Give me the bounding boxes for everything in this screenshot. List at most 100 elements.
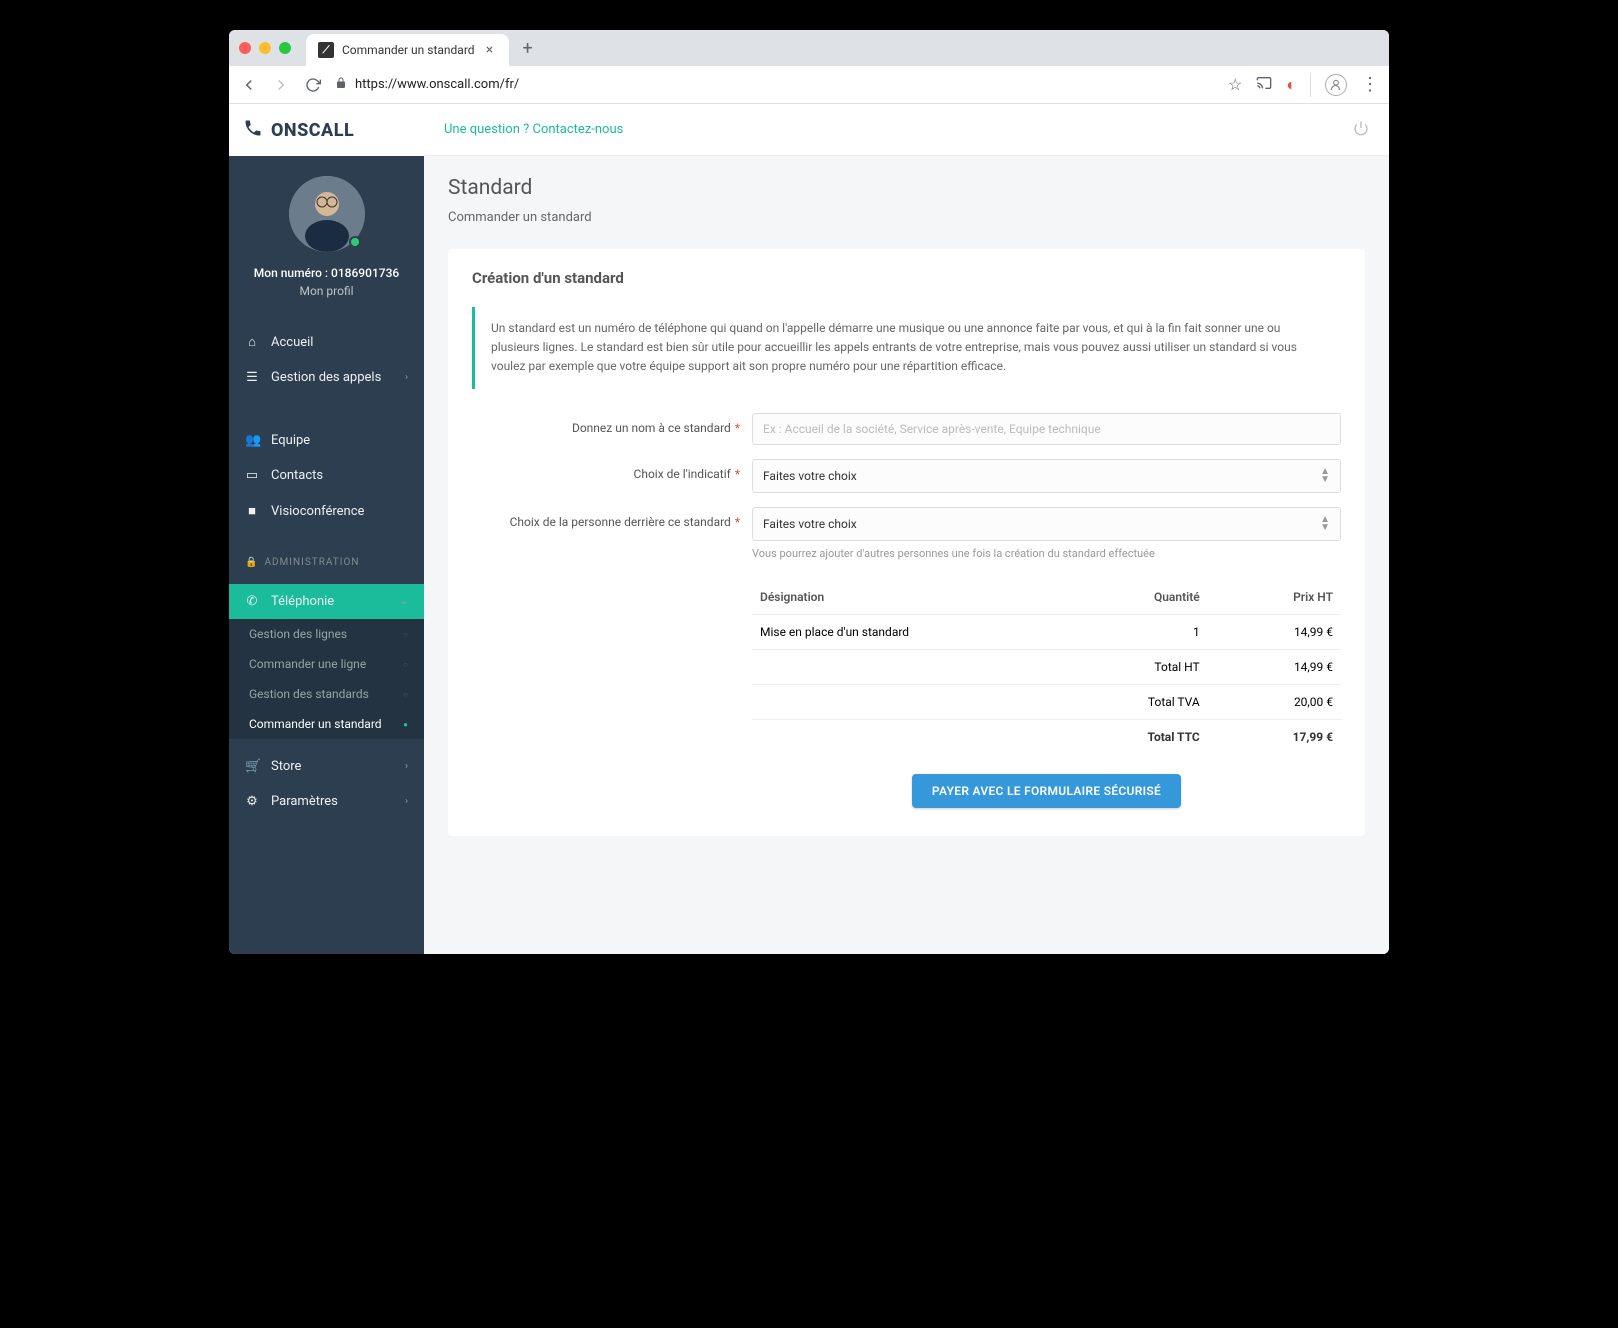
new-tab-button[interactable]: + (517, 38, 539, 59)
gear-icon: ⚙ (245, 794, 259, 809)
basket-icon: 🛒 (245, 759, 259, 774)
home-icon: ⌂ (245, 334, 259, 350)
phone-icon (243, 118, 263, 143)
price-table: Désignation Quantité Prix HT Mise en pla… (752, 580, 1341, 754)
person-hint: Vous pourrez ajouter d'autres personnes … (752, 547, 1341, 560)
browser-window: ⟋ Commander un standard × + https://www.… (229, 30, 1389, 954)
reload-button[interactable] (303, 75, 323, 95)
extension-icon[interactable]: ◐ (1286, 75, 1296, 95)
table-row-total-ttc: Total TTC 17,99 € (752, 719, 1341, 754)
nav-accueil[interactable]: ⌂ Accueil (229, 324, 424, 360)
table-row-total-tva: Total TVA 20,00 € (752, 684, 1341, 719)
topbar: Une question ? Contactez-nous (424, 104, 1389, 156)
nav-gestion-appels[interactable]: ☰ Gestion des appels › (229, 360, 424, 395)
nav-label: Equipe (271, 433, 310, 448)
subnav-commander-standard[interactable]: Commander un standard● (229, 709, 424, 739)
admin-section-header: 🔒 ADMINISTRATION (229, 547, 424, 574)
url-text: https://www.onscall.com/fr/ (355, 77, 519, 92)
nav-label: Accueil (271, 335, 313, 350)
secondary-nav: 👥 Equipe ▭ Contacts ■ Visioconférence (229, 423, 424, 529)
nav-label: Contacts (271, 468, 323, 483)
nav-contacts[interactable]: ▭ Contacts (229, 458, 424, 493)
table-row-total-ht: Total HT 14,99 € (752, 649, 1341, 684)
chevron-right-icon: › (405, 372, 408, 383)
cast-icon[interactable] (1256, 75, 1272, 95)
nav-label: Téléphonie (271, 594, 334, 609)
form-row-name: Donnez un nom à ce standard* (472, 413, 1341, 445)
profile-link[interactable]: Mon profil (239, 284, 414, 298)
brand-logo[interactable]: ONSCALL (229, 104, 424, 156)
contact-link[interactable]: Une question ? Contactez-nous (444, 122, 623, 137)
indicatif-select[interactable]: Faites votre choix ▲▼ (752, 459, 1341, 493)
subnav-gestion-lignes[interactable]: Gestion des lignes○ (229, 619, 424, 649)
nav-equipe[interactable]: 👥 Equipe (229, 423, 424, 458)
favicon-icon: ⟋ (318, 42, 334, 58)
tab-title: Commander un standard (342, 43, 475, 57)
nav-label: Paramètres (271, 794, 338, 809)
select-caret-icon: ▲▼ (1320, 468, 1330, 484)
person-select[interactable]: Faites votre choix ▲▼ (752, 507, 1341, 541)
video-icon: ■ (245, 503, 259, 519)
list-icon: ☰ (245, 370, 259, 385)
th-prix: Prix HT (1208, 580, 1341, 615)
phone-icon: ✆ (245, 594, 259, 609)
indicatif-label: Choix de l'indicatif* (472, 459, 752, 481)
nav-store[interactable]: 🛒 Store › (229, 749, 424, 784)
address-bar[interactable]: https://www.onscall.com/fr/ (335, 77, 1216, 93)
avatar[interactable] (289, 176, 365, 252)
lock-icon: 🔒 (245, 557, 258, 568)
window-controls (239, 42, 291, 54)
chrome-right-icons: ☆ ◐ ⋮ (1228, 73, 1379, 97)
nav-visio[interactable]: ■ Visioconférence (229, 493, 424, 529)
telephonie-subnav: Gestion des lignes○ Commander une ligne○… (229, 619, 424, 739)
status-online-indicator (349, 236, 361, 248)
minimize-window-button[interactable] (259, 42, 271, 54)
nav-label: Gestion des appels (271, 370, 381, 385)
admin-nav-2: 🛒 Store › ⚙ Paramètres › (229, 749, 424, 819)
subnav-commander-ligne[interactable]: Commander une ligne○ (229, 649, 424, 679)
th-quantite: Quantité (1047, 580, 1208, 615)
chrome-toolbar: https://www.onscall.com/fr/ ☆ ◐ ⋮ (229, 66, 1389, 104)
table-row: Mise en place d'un standard 1 14,99 € (752, 614, 1341, 649)
main-content: Une question ? Contactez-nous Standard C… (424, 104, 1389, 954)
page-title: Standard (448, 176, 1365, 200)
nav-telephonie[interactable]: ✆ Téléphonie ⌄ (229, 584, 424, 619)
sidebar: ONSCALL Mon numéro : 0186901736 Mon prof… (229, 104, 424, 954)
chevron-right-icon: › (405, 796, 408, 807)
subnav-gestion-standards[interactable]: Gestion des standards○ (229, 679, 424, 709)
nav-label: Visioconférence (271, 504, 364, 519)
nav-parametres[interactable]: ⚙ Paramètres › (229, 784, 424, 819)
form-row-person: Choix de la personne derrière ce standar… (472, 507, 1341, 560)
star-icon[interactable]: ☆ (1228, 75, 1242, 94)
pay-button[interactable]: PAYER AVEC LE FORMULAIRE SÉCURISÉ (912, 774, 1181, 808)
avatar-section: Mon numéro : 0186901736 Mon profil (229, 156, 424, 314)
chevron-down-icon: ⌄ (400, 596, 408, 607)
nav-label: Store (271, 759, 301, 774)
person-label: Choix de la personne derrière ce standar… (472, 507, 752, 529)
standard-name-input[interactable] (752, 413, 1341, 445)
info-box: Un standard est un numéro de téléphone q… (472, 307, 1341, 389)
lock-icon (335, 77, 347, 93)
maximize-window-button[interactable] (279, 42, 291, 54)
page-subtitle: Commander un standard (448, 210, 1365, 225)
user-phone-number: Mon numéro : 0186901736 (239, 266, 414, 280)
name-label: Donnez un nom à ce standard* (472, 413, 752, 435)
browser-tab[interactable]: ⟋ Commander un standard × (306, 34, 509, 66)
chrome-tab-strip: ⟋ Commander un standard × + (229, 30, 1389, 66)
th-designation: Désignation (752, 580, 1047, 615)
select-caret-icon: ▲▼ (1320, 516, 1330, 532)
admin-nav: ✆ Téléphonie ⌄ (229, 584, 424, 619)
contacts-icon: ▭ (245, 468, 259, 483)
card-title: Création d'un standard (472, 269, 1341, 287)
close-window-button[interactable] (239, 42, 251, 54)
chevron-right-icon: › (405, 761, 408, 772)
creation-card: Création d'un standard Un standard est u… (448, 249, 1365, 836)
kebab-menu-icon[interactable]: ⋮ (1361, 74, 1379, 95)
back-button[interactable] (239, 75, 259, 95)
brand-name: ONSCALL (271, 120, 354, 141)
profile-icon[interactable] (1325, 74, 1347, 96)
users-icon: 👥 (245, 433, 259, 448)
close-tab-icon[interactable]: × (483, 43, 497, 57)
power-icon[interactable] (1353, 120, 1369, 140)
forward-button[interactable] (271, 75, 291, 95)
